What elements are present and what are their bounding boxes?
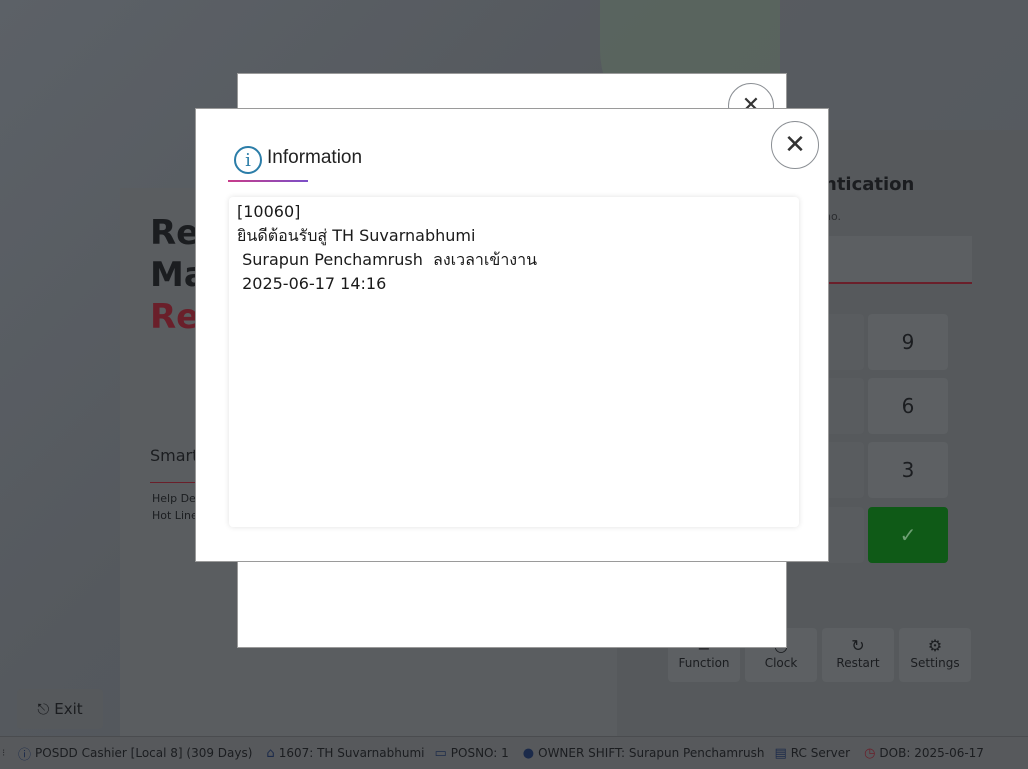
status-server: ▤ RC Server [774,746,850,761]
help-info: Help De Hot Line [152,490,198,524]
exit-icon: ⎋ [37,700,50,718]
title-underline [228,180,308,182]
close-button[interactable]: ✕ [771,121,819,169]
auth-input[interactable] [824,236,972,284]
function-label: Function [678,656,730,670]
monitor-icon: ▭ [434,745,447,761]
status-store-label: 1607: TH Suvarnabhumi [278,746,425,760]
restart-icon: ↻ [851,636,865,655]
home-icon: ⌂ [266,745,275,761]
grip-icon: ⁝ [2,747,6,759]
help-desk-label: Help De [152,492,196,505]
smart-label: Smart [150,446,199,465]
message-line: Surapun Penchamrush ลงเวลาเข้างาน [237,250,538,269]
status-server-label: RC Server [790,746,851,760]
information-dialog: ✕ i Information [10060] ยินดีต้อนรับสู่ … [195,108,829,562]
auth-title: ntication [824,174,915,195]
clock-label: Clock [764,656,798,670]
keypad-key-6[interactable]: 6 [868,378,948,434]
status-dob: ◷ DOB: 2025-06-17 [864,746,984,761]
hot-line-label: Hot Line [152,509,198,522]
status-dob-label: DOB: 2025-06-17 [879,746,984,760]
keypad-key-3[interactable]: 3 [868,442,948,498]
settings-label: Settings [910,656,960,670]
exit-label: Exit [54,700,83,718]
check-icon: ✓ [899,523,917,547]
status-app-label: POSDD Cashier [Local 8] (309 Days) [35,746,253,760]
settings-button[interactable]: ⚙ Settings [899,628,971,682]
info-icon: i [234,146,262,174]
server-icon: ▤ [774,745,787,761]
exit-button[interactable]: ⎋ Exit [17,689,103,729]
keypad-key-9[interactable]: 9 [868,314,948,370]
close-icon: ✕ [784,130,806,160]
message-line: [10060] [237,202,301,221]
status-shift-label: OWNER SHIFT: Surapun Penchamrush [538,746,765,760]
status-app: ⓘ POSDD Cashier [Local 8] (309 Days) [18,744,252,763]
message-box: [10060] ยินดีต้อนรับสู่ TH Suvarnabhumi … [229,197,799,527]
info-icon: ⓘ [18,747,32,763]
message-line: ยินดีต้อนรับสู่ TH Suvarnabhumi [237,226,476,245]
user-icon: ● [522,745,535,761]
confirm-button[interactable]: ✓ [868,507,948,563]
status-posno: ▭ POSNO: 1 [434,746,508,761]
status-bar: ⁝ ⓘ POSDD Cashier [Local 8] (309 Days) ⌂… [0,736,1028,769]
settings-icon: ⚙ [927,636,943,655]
clock-icon: ◷ [864,745,876,761]
status-store: ⌂ 1607: TH Suvarnabhumi [266,746,424,761]
status-posno-label: POSNO: 1 [450,746,509,760]
restart-button[interactable]: ↻ Restart [822,628,894,682]
message-line: 2025-06-17 14:16 [237,274,387,293]
dialog-title: Information [267,147,363,168]
status-shift: ● OWNER SHIFT: Surapun Penchamrush [523,746,765,761]
restart-label: Restart [836,656,880,670]
